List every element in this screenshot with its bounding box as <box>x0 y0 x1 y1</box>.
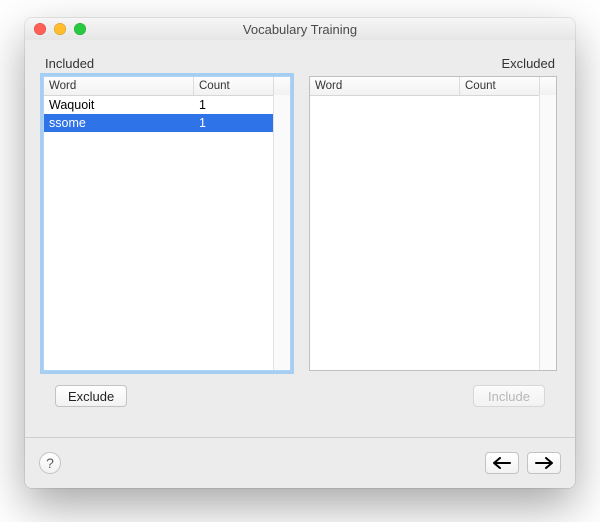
previous-button[interactable] <box>485 452 519 474</box>
column-header-gutter <box>540 77 556 95</box>
excluded-table-body[interactable] <box>310 96 556 370</box>
window-title: Vocabulary Training <box>25 22 575 37</box>
column-header-gutter <box>274 77 290 95</box>
window: Vocabulary Training Included Excluded Wo… <box>25 18 575 488</box>
table-row[interactable]: ssome1 <box>44 114 290 132</box>
titlebar: Vocabulary Training <box>25 18 575 41</box>
help-button[interactable]: ? <box>39 452 61 474</box>
next-button[interactable] <box>527 452 561 474</box>
zoom-icon[interactable] <box>74 23 86 35</box>
dialog-body: Included Excluded Word Count Waquoit1sso… <box>25 40 575 488</box>
excluded-table-header: Word Count <box>310 77 556 96</box>
window-controls <box>34 23 86 35</box>
arrow-left-icon <box>493 457 511 469</box>
include-button[interactable]: Include <box>473 385 545 407</box>
tables-container: Word Count Waquoit1ssome1 Word Count <box>43 76 557 371</box>
cell-word: Waquoit <box>44 98 194 112</box>
cell-word: ssome <box>44 116 194 130</box>
included-table-header: Word Count <box>44 77 290 96</box>
footer: ? <box>25 437 575 488</box>
included-table-body[interactable]: Waquoit1ssome1 <box>44 96 290 370</box>
exclude-button[interactable]: Exclude <box>55 385 127 407</box>
included-label: Included <box>45 56 94 71</box>
column-header-count[interactable]: Count <box>460 77 540 95</box>
scrollbar[interactable] <box>273 95 290 370</box>
scrollbar[interactable] <box>539 95 556 370</box>
included-table[interactable]: Word Count Waquoit1ssome1 <box>43 76 291 371</box>
column-header-word[interactable]: Word <box>44 77 194 95</box>
excluded-table[interactable]: Word Count <box>309 76 557 371</box>
excluded-label: Excluded <box>502 56 555 71</box>
minimize-icon[interactable] <box>54 23 66 35</box>
table-row[interactable]: Waquoit1 <box>44 96 290 114</box>
arrow-right-icon <box>535 457 553 469</box>
column-header-count[interactable]: Count <box>194 77 274 95</box>
close-icon[interactable] <box>34 23 46 35</box>
column-header-word[interactable]: Word <box>310 77 460 95</box>
